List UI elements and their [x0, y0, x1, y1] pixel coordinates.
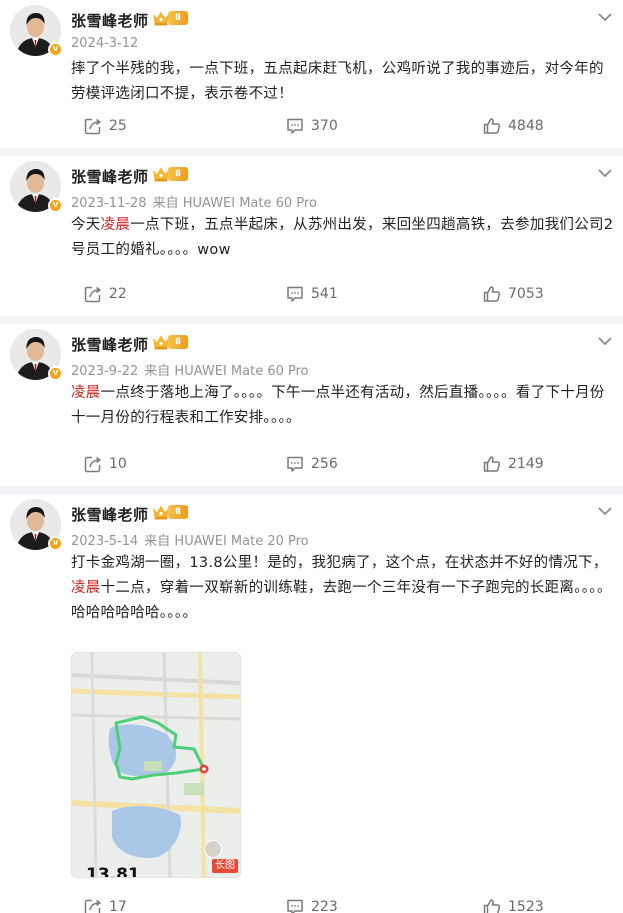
post-actions: 22 541 7053 — [0, 283, 623, 305]
comment-icon — [286, 117, 304, 135]
repost-count: 25 — [109, 118, 127, 134]
post-meta: 2023-5-14 来自 HUAWEI Mate 20 Pro — [71, 530, 309, 549]
post-separator — [0, 486, 623, 494]
highlight-text[interactable]: 凌晨 — [71, 580, 101, 596]
verified-badge-icon: v — [48, 198, 63, 213]
comment-count: 370 — [311, 118, 338, 134]
verified-badge-icon: v — [48, 366, 63, 381]
post-meta: 2023-11-28 来自 HUAWEI Mate 60 Pro — [71, 192, 317, 211]
post-date[interactable]: 2023-11-28 — [71, 196, 147, 211]
level-badge: Ⅱ — [168, 167, 188, 181]
comment-button[interactable]: 256 — [286, 453, 338, 475]
text-segment: 一点下班，五点半起床，从苏州出发，来回坐四趟高铁，去参加我们公司2号员工的婚礼。… — [71, 217, 614, 258]
verified-badge-icon: v — [48, 42, 63, 57]
repost-icon — [84, 285, 102, 303]
weibo-post: v 张雪峰老师 Ⅱ 2023-11-28 来自 HUAWEI Mate 60 Pro 今天… — [0, 156, 623, 316]
like-count: 1523 — [508, 899, 544, 913]
post-separator — [0, 148, 623, 156]
post-actions: 25 370 4848 — [0, 115, 623, 137]
repost-button[interactable]: 25 — [84, 115, 127, 137]
run-map-image[interactable]: 13.81 长图 — [71, 652, 241, 878]
post-text: 打卡金鸡湖一圈，13.8公里！是的，我犯病了，这个点，在状态并不好的情况下， 凌晨… — [71, 551, 616, 626]
like-icon — [483, 455, 501, 473]
post-date[interactable]: 2023-5-14 — [71, 534, 138, 549]
text-segment: 一点终于落地上海了。。。。下午一点半还有活动，然后直播。。。。看了下十月份十一月… — [71, 385, 605, 426]
repost-icon — [84, 455, 102, 473]
long-image-tag: 长图 — [212, 859, 238, 873]
comment-icon — [286, 285, 304, 303]
post-source: 来自 HUAWEI Mate 20 Pro — [144, 534, 309, 549]
author-name[interactable]: 张雪峰老师 — [71, 10, 149, 31]
verified-badge-icon: v — [48, 536, 63, 551]
chevron-down-icon[interactable] — [597, 8, 613, 22]
comment-icon — [286, 898, 304, 913]
comment-count: 223 — [311, 899, 338, 913]
post-date[interactable]: 2024-3-12 — [71, 36, 138, 51]
repost-button[interactable]: 22 — [84, 283, 127, 305]
repost-icon — [84, 898, 102, 913]
like-count: 2149 — [508, 456, 544, 472]
repost-button[interactable]: 10 — [84, 453, 127, 475]
level-badge: Ⅱ — [168, 11, 188, 25]
comment-button[interactable]: 223 — [286, 896, 338, 913]
post-actions: 17 223 1523 — [0, 896, 623, 913]
repost-count: 10 — [109, 456, 127, 472]
repost-button[interactable]: 17 — [84, 896, 127, 913]
post-source: 来自 HUAWEI Mate 60 Pro — [144, 364, 309, 379]
like-button[interactable]: 7053 — [483, 283, 544, 305]
highlight-text[interactable]: 凌晨 — [101, 217, 131, 233]
level-badge: Ⅱ — [168, 505, 188, 519]
post-text: 凌晨一点终于落地上海了。。。。下午一点半还有活动，然后直播。。。。看了下十月份十… — [71, 381, 616, 431]
level-badge: Ⅱ — [168, 335, 188, 349]
comment-count: 541 — [311, 286, 338, 302]
author-name[interactable]: 张雪峰老师 — [71, 166, 149, 187]
post-text: 摔了个半残的我，一点下班，五点起床赶飞机，公鸡听说了我的事迹后，对今年的劳模评选… — [71, 57, 616, 107]
chevron-down-icon[interactable] — [597, 332, 613, 346]
like-button[interactable]: 2149 — [483, 453, 544, 475]
map-thumbnail-avatar — [204, 840, 222, 858]
repost-count: 17 — [109, 899, 127, 913]
weibo-post: v 张雪峰老师 Ⅱ 2023-9-22 来自 HUAWEI Mate 60 Pro 凌晨一… — [0, 324, 623, 486]
weibo-post: v 张雪峰老师 Ⅱ 2024-3-12 摔了个半残的我，一点下班，五点起床赶飞机，公鸡听… — [0, 0, 623, 148]
weibo-feed: v 张雪峰老师 Ⅱ 2024-3-12 摔了个半残的我，一点下班，五点起床赶飞机，公鸡听… — [0, 0, 623, 913]
comment-button[interactable]: 541 — [286, 283, 338, 305]
comment-count: 256 — [311, 456, 338, 472]
post-meta: 2023-9-22 来自 HUAWEI Mate 60 Pro — [71, 360, 309, 379]
run-distance: 13.81 — [86, 865, 140, 878]
author-name[interactable]: 张雪峰老师 — [71, 504, 149, 525]
like-button[interactable]: 4848 — [483, 115, 544, 137]
like-count: 7053 — [508, 286, 544, 302]
chevron-down-icon[interactable] — [597, 164, 613, 178]
like-icon — [483, 117, 501, 135]
post-source: 来自 HUAWEI Mate 60 Pro — [152, 196, 317, 211]
chevron-down-icon[interactable] — [597, 502, 613, 516]
like-button[interactable]: 1523 — [483, 896, 544, 913]
comment-button[interactable]: 370 — [286, 115, 338, 137]
text-segment: 今天 — [71, 217, 101, 233]
like-icon — [483, 285, 501, 303]
post-actions: 10 256 2149 — [0, 453, 623, 475]
repost-count: 22 — [109, 286, 127, 302]
post-separator — [0, 316, 623, 324]
author-name[interactable]: 张雪峰老师 — [71, 334, 149, 355]
like-icon — [483, 898, 501, 913]
highlight-text[interactable]: 凌晨 — [71, 385, 101, 401]
post-date[interactable]: 2023-9-22 — [71, 364, 138, 379]
repost-icon — [84, 117, 102, 135]
text-segment: 打卡金鸡湖一圈，13.8公里！是的，我犯病了，这个点，在状态并不好的情况下， — [71, 555, 608, 571]
weibo-post: v 张雪峰老师 Ⅱ 2023-5-14 来自 HUAWEI Mate 20 Pro 打卡金… — [0, 494, 623, 913]
like-count: 4848 — [508, 118, 544, 134]
post-text: 今天凌晨一点下班，五点半起床，从苏州出发，来回坐四趟高铁，去参加我们公司2号员工… — [71, 213, 616, 263]
text-segment: 摔了个半残的我，一点下班，五点起床赶飞机，公鸡听说了我的事迹后，对今年的劳模评选… — [71, 61, 604, 102]
text-segment: 十二点，穿着一双崭新的训练鞋，去跑一个三年没有一下子跑完的长距离。。。。哈哈哈哈… — [71, 580, 612, 621]
post-meta: 2024-3-12 — [71, 36, 138, 51]
comment-icon — [286, 455, 304, 473]
